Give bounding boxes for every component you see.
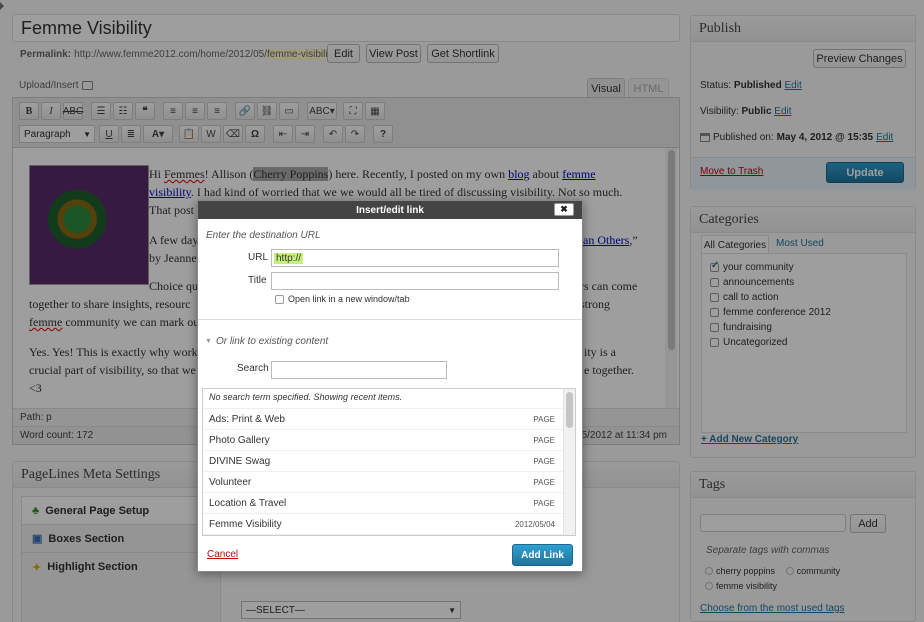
result-row[interactable]: DIVINE Swag PAGE: [203, 451, 575, 472]
existing-content-toggle[interactable]: ▼ Or link to existing content: [205, 336, 328, 347]
no-search-message: No search term specified. Showing recent…: [203, 389, 575, 409]
search-label: Search: [237, 363, 269, 374]
title-input[interactable]: [271, 272, 559, 290]
result-row[interactable]: Photo Gallery PAGE: [203, 430, 575, 451]
triangle-down-icon: ▼: [205, 338, 212, 345]
result-row[interactable]: Ads: Print & Web PAGE: [203, 409, 575, 430]
new-tab-checkbox[interactable]: [275, 294, 284, 304]
result-row[interactable]: Femme Visibility 2012/05/04: [203, 514, 575, 535]
search-input[interactable]: [271, 361, 447, 379]
results-list: No search term specified. Showing recent…: [202, 388, 576, 536]
close-icon[interactable]: ✖: [554, 203, 574, 216]
cancel-link[interactable]: Cancel: [207, 549, 238, 560]
url-input[interactable]: http://: [271, 249, 559, 267]
url-label: URL: [248, 252, 269, 263]
add-link-button[interactable]: Add Link: [512, 544, 573, 566]
results-scrollbar[interactable]: [563, 389, 575, 535]
title-label: Title: [248, 275, 267, 286]
result-row[interactable]: Location & Travel PAGE: [203, 493, 575, 514]
dialog-titlebar: Insert/edit link ✖: [198, 201, 582, 219]
destination-url-label: Enter the destination URL: [206, 230, 321, 241]
dialog-divider: [198, 319, 582, 320]
new-tab-option[interactable]: Open link in a new window/tab: [275, 294, 410, 304]
insert-link-dialog: Insert/edit link ✖ Enter the destination…: [197, 200, 583, 572]
result-row[interactable]: Volunteer PAGE: [203, 472, 575, 493]
dialog-title: Insert/edit link: [356, 204, 424, 216]
url-input-value: http://: [274, 252, 304, 264]
